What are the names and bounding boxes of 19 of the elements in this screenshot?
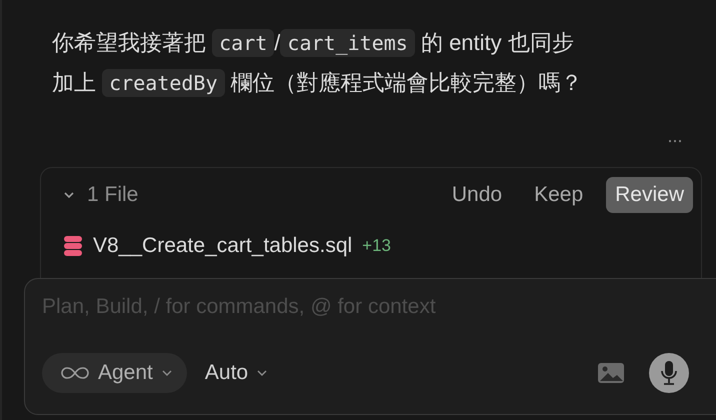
database-icon — [63, 235, 83, 257]
file-name[interactable]: V8__Create_cart_tables.sql — [93, 234, 352, 258]
infinity-icon — [60, 366, 90, 380]
microphone-icon — [659, 359, 679, 387]
more-button[interactable]: ··· — [667, 130, 682, 151]
action-button[interactable]: Review — [606, 177, 693, 213]
message-text: 你希望我接著把 cart / cart_items 的 entity 也同步 — [52, 28, 575, 59]
model-dropdown[interactable]: Auto — [200, 361, 272, 385]
added-lines: +13 — [362, 236, 392, 256]
chevron-down-icon — [256, 369, 268, 377]
microphone-button[interactable] — [649, 353, 689, 393]
file-count: 1 File — [87, 183, 138, 207]
chevron-down-icon — [160, 369, 173, 377]
action-button[interactable]: Keep — [525, 177, 592, 213]
message-text: 加上 createdBy 欄位（對應程式端會比較完整）嗎？ — [52, 68, 584, 99]
image-icon[interactable] — [597, 362, 625, 384]
mode-dropdown[interactable]: Agent — [42, 353, 187, 393]
action-button[interactable]: Undo — [442, 177, 512, 213]
chevron-icon[interactable] — [63, 191, 75, 199]
